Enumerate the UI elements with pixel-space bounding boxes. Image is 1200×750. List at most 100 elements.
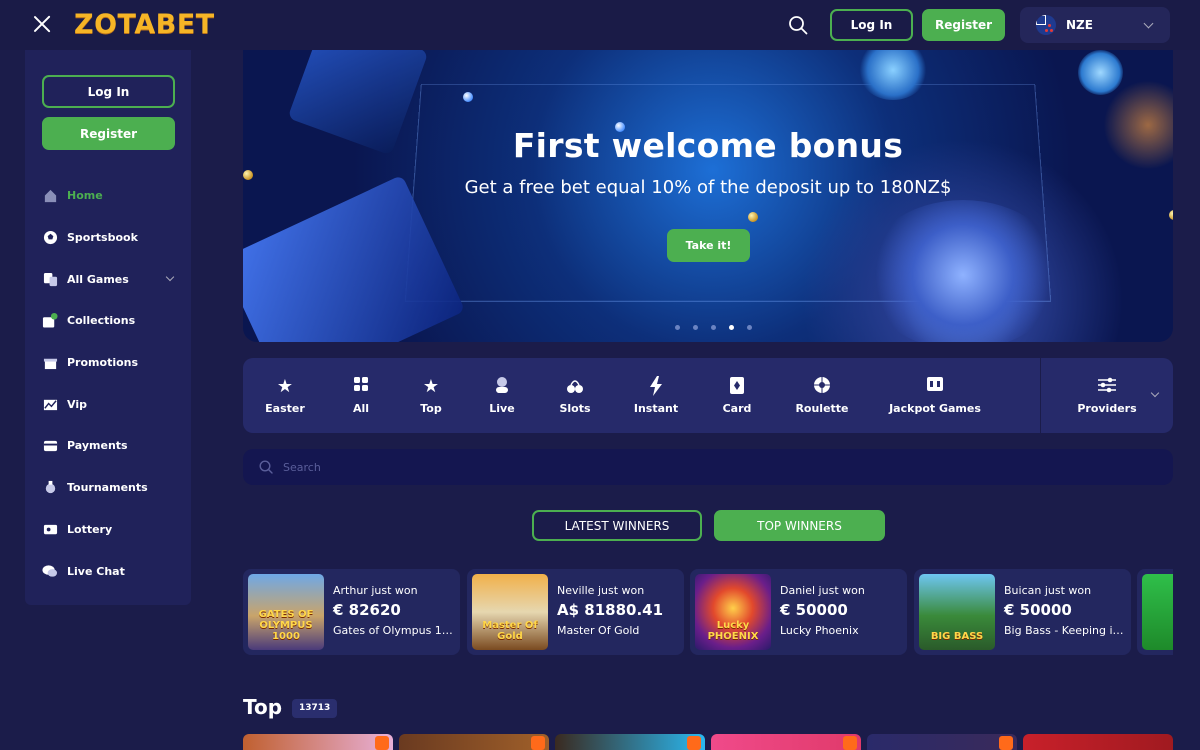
sidebar-item-tournaments[interactable]: Tournaments (25, 467, 191, 509)
category-label: Providers (1077, 402, 1137, 415)
game-thumbnail[interactable]: GATES OF OLYMPUS 1000 (248, 574, 324, 650)
winner-amount: € 50000 (780, 601, 848, 619)
winner-game[interactable]: Big Bass - Keeping it Reel (1004, 624, 1124, 637)
sidebar-item-lottery[interactable]: Lottery (25, 509, 191, 551)
winner-card[interactable]: BIG BASS Buican just won € 50000 Big Bas… (914, 569, 1131, 655)
thumbnail-title: GATES OF OLYMPUS 1000 (258, 609, 314, 642)
hot-badge-icon (531, 736, 545, 750)
category-instant[interactable]: Instant (626, 358, 686, 433)
sidebar: Log In Register Home Sportsbook All Game… (25, 50, 191, 605)
carousel-dot[interactable] (746, 325, 752, 330)
top-header: ZOTABET Log In Register NZE (0, 0, 1200, 50)
sidebar-item-payments[interactable]: Payments (25, 425, 191, 467)
sidebar-item-vip[interactable]: Vip (25, 383, 191, 425)
search-input[interactable] (283, 460, 1083, 474)
sidebar-item-all-games[interactable]: All Games (25, 258, 191, 300)
carousel-dot[interactable] (674, 325, 680, 330)
sidebar-item-sportsbook[interactable]: Sportsbook (25, 217, 191, 259)
sidebar-item-label: Promotions (67, 356, 139, 370)
coin-decoration (748, 212, 758, 222)
sidebar-item-live-chat[interactable]: Live Chat (25, 550, 191, 592)
game-tile[interactable] (243, 734, 393, 750)
top-games-row (243, 734, 1173, 750)
chevron-down-icon (1143, 18, 1154, 29)
gift-icon (42, 355, 58, 371)
game-thumbnail[interactable] (1142, 574, 1173, 650)
game-thumbnail[interactable]: Lucky PHOENIX (695, 574, 771, 650)
tab-latest-winners[interactable]: LATEST WINNERS (532, 510, 702, 541)
wallet-icon (42, 438, 58, 454)
category-card[interactable]: Card (707, 358, 767, 433)
banner-subtitle: Get a free bet equal 10% of the deposit … (464, 177, 952, 198)
chip-decoration (1078, 50, 1123, 95)
game-thumbnail[interactable]: BIG BASS (919, 574, 995, 650)
coin-decoration (1169, 210, 1173, 220)
card-icon (729, 376, 745, 398)
sliders-icon (1097, 376, 1117, 398)
sidebar-item-label: Collections (67, 314, 136, 328)
sidebar-item-promotions[interactable]: Promotions (25, 342, 191, 384)
search-icon (259, 460, 273, 474)
jackpot-icon (926, 376, 944, 398)
close-menu-icon[interactable] (32, 14, 52, 34)
winner-card[interactable]: Lucky PHOENIX Daniel just won € 50000 Lu… (690, 569, 907, 655)
header-login-button[interactable]: Log In (830, 9, 913, 41)
category-all[interactable]: All (331, 358, 391, 433)
category-label: Roulette (795, 402, 849, 415)
sidebar-register-button[interactable]: Register (42, 117, 175, 150)
winner-game[interactable]: Gates of Olympus 1000 (333, 624, 453, 637)
trophy-icon (42, 480, 58, 496)
category-slots[interactable]: Slots (545, 358, 605, 433)
category-providers[interactable]: Providers (1067, 358, 1147, 433)
games-icon (42, 271, 58, 287)
category-label: Top (420, 402, 442, 415)
promo-banner[interactable]: First welcome bonus Get a free bet equal… (243, 50, 1173, 342)
chevron-down-icon[interactable] (165, 273, 175, 282)
game-tile[interactable] (555, 734, 705, 750)
category-easter[interactable]: ★ Easter (255, 358, 315, 433)
winner-name: Neville just won (557, 584, 645, 597)
hot-badge-icon (375, 736, 389, 750)
game-thumbnail[interactable]: Master Of Gold (472, 574, 548, 650)
banner-title: First welcome bonus (512, 126, 904, 165)
carousel-dot[interactable] (710, 325, 716, 330)
game-tile[interactable] (867, 734, 1017, 750)
category-live[interactable]: Live (472, 358, 532, 433)
take-it-button[interactable]: Take it! (667, 229, 750, 262)
winner-amount: € 50000 (1004, 601, 1072, 619)
category-roulette[interactable]: Roulette (792, 358, 852, 433)
winner-card[interactable]: GATES OF OLYMPUS 1000 Arthur just won € … (243, 569, 460, 655)
winner-game[interactable]: Lucky Phoenix (780, 624, 900, 637)
sidebar-item-label: Live Chat (67, 564, 125, 578)
winner-game[interactable]: Master Of Gold (557, 624, 677, 637)
winner-amount: A$ 81880.41 (557, 601, 664, 619)
currency-selector[interactable]: NZE (1020, 7, 1170, 43)
collections-icon (42, 313, 58, 329)
grid-icon (353, 376, 369, 398)
game-tile[interactable] (399, 734, 549, 750)
winner-name: Buican just won (1004, 584, 1092, 597)
roulette-icon (813, 376, 831, 398)
search-icon[interactable] (788, 15, 808, 35)
winner-card[interactable] (1137, 569, 1173, 655)
carousel-dot-active[interactable] (728, 325, 734, 330)
game-tile[interactable] (711, 734, 861, 750)
category-top[interactable]: ★ Top (401, 358, 461, 433)
carousel-dots (243, 325, 1173, 330)
game-categories: ★ Easter All ★ Top Live Slots Instant Ca… (243, 358, 1173, 433)
category-label: Jackpot Games (889, 402, 981, 415)
category-jackpot-games[interactable]: Jackpot Games (885, 358, 985, 433)
chevron-down-icon[interactable] (1150, 388, 1160, 398)
winner-card[interactable]: Master Of Gold Neville just won A$ 81880… (467, 569, 684, 655)
tab-top-winners[interactable]: TOP WINNERS (714, 510, 885, 541)
star-icon: ★ (276, 376, 294, 397)
category-label: Instant (633, 402, 679, 415)
sidebar-item-home[interactable]: Home (25, 175, 191, 217)
sidebar-item-collections[interactable]: Collections (25, 300, 191, 342)
carousel-dot[interactable] (692, 325, 698, 330)
sidebar-login-button[interactable]: Log In (42, 75, 175, 108)
header-register-button[interactable]: Register (922, 9, 1005, 41)
section-title-top: Top (243, 695, 283, 719)
logo[interactable]: ZOTABET (74, 9, 215, 40)
game-tile[interactable] (1023, 734, 1173, 750)
